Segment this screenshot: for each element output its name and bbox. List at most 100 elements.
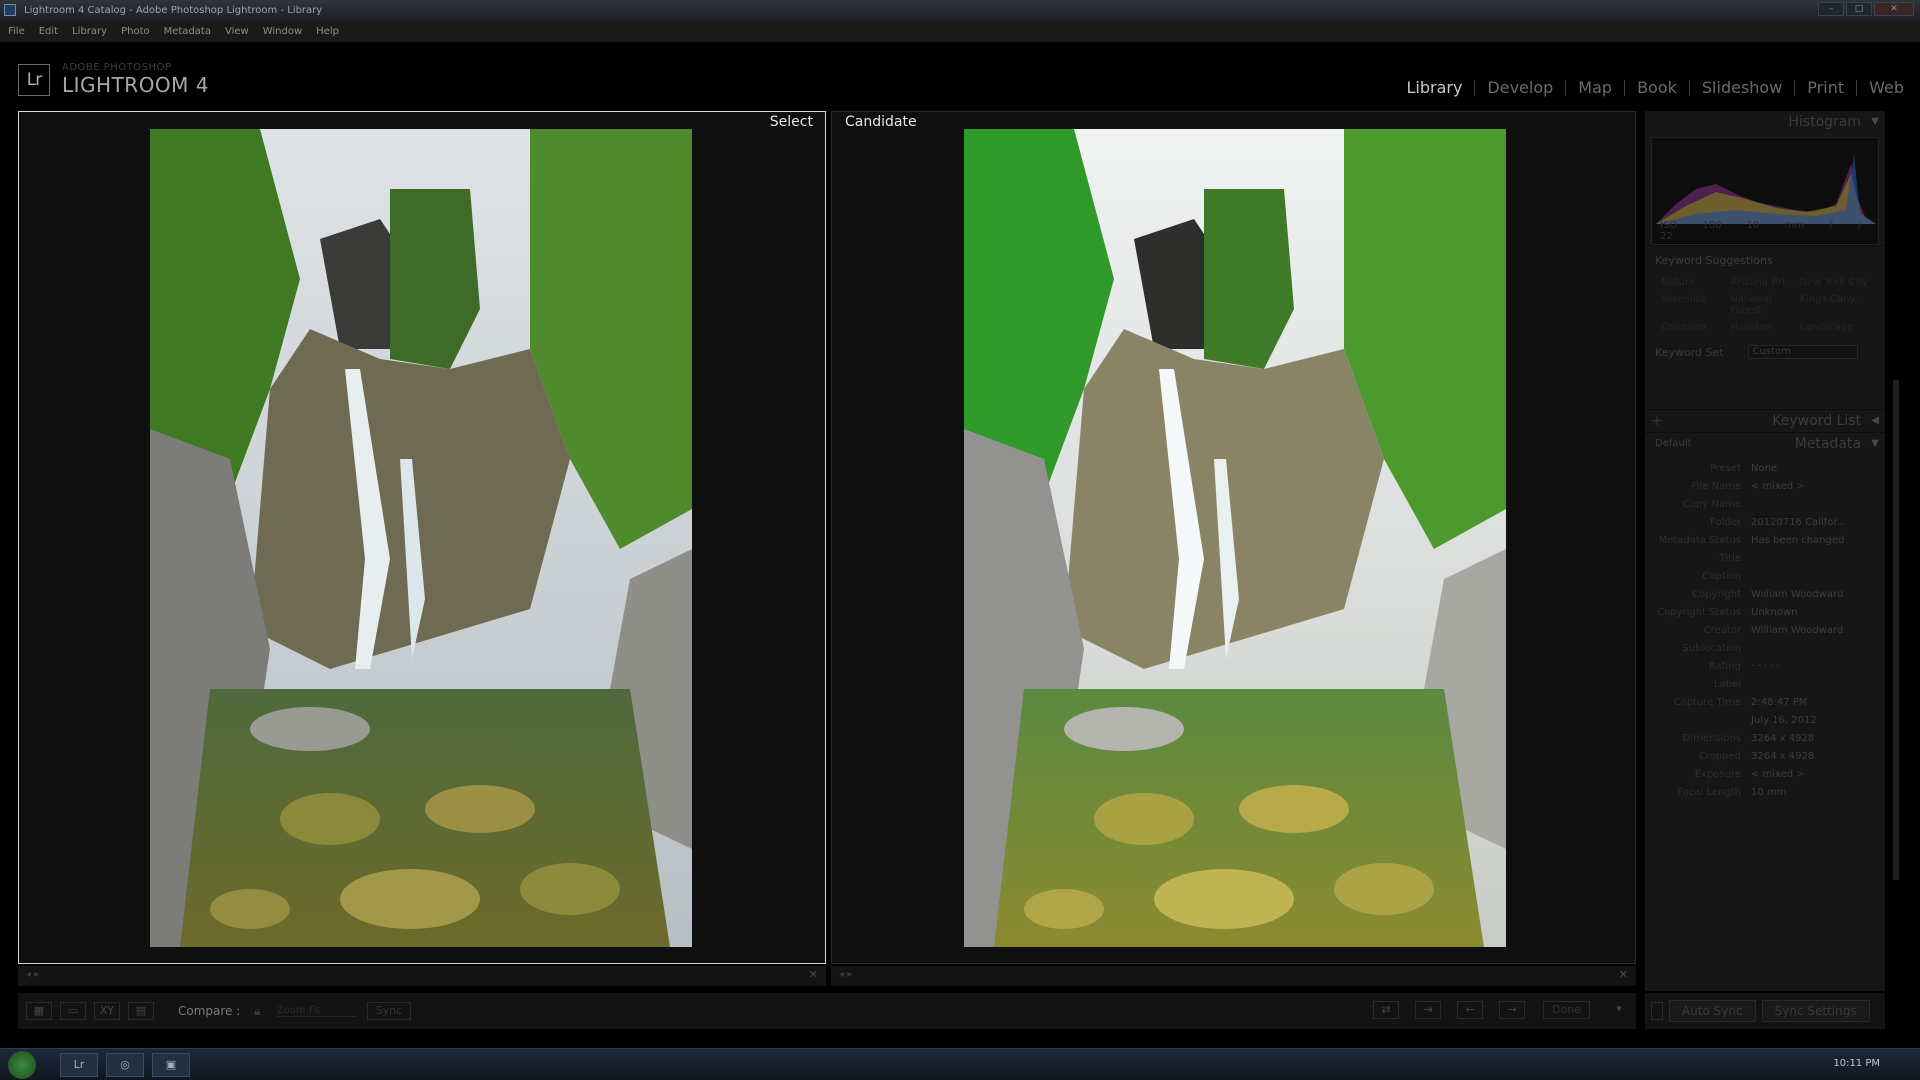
next-arrow-icon[interactable]: →: [1499, 1001, 1526, 1019]
taskbar-app-icon[interactable]: ▣: [152, 1053, 190, 1077]
select-pane[interactable]: Select: [18, 111, 826, 964]
metadata-value: < mixed >: [1751, 768, 1805, 780]
menu-edit[interactable]: Edit: [39, 26, 58, 37]
keyword-suggestion[interactable]: Houston: [1730, 322, 1799, 333]
zoom-label: Zoom: [276, 1005, 306, 1016]
metadata-value[interactable]: William Woodward: [1751, 589, 1885, 600]
brand-subtitle: ADOBE PHOTOSHOP: [62, 62, 172, 73]
menu-window[interactable]: Window: [263, 26, 302, 37]
metadata-fields: Preset None File Name < mixed > Copy Name …: [1645, 455, 1885, 801]
taskbar-lightroom-icon[interactable]: Lr: [60, 1053, 98, 1077]
select-photo[interactable]: [150, 129, 692, 947]
menu-metadata[interactable]: Metadata: [164, 26, 211, 37]
lightroom-app-icon: [4, 4, 16, 16]
taskbar-browser-icon[interactable]: ◎: [106, 1053, 144, 1077]
make-select-icon[interactable]: ⇥: [1415, 1001, 1442, 1019]
module-develop[interactable]: Develop: [1475, 78, 1565, 97]
collapse-triangle-icon[interactable]: ▼: [1871, 111, 1879, 133]
metadata-value: July 16, 2012: [1751, 714, 1817, 726]
rating-stars-icon[interactable]: ◂ ▸: [26, 969, 39, 980]
histogram[interactable]: ISO 100 10 mm f / 22: [1651, 137, 1879, 245]
keyword-suggestion[interactable]: Yosemite: [1661, 294, 1730, 316]
close-candidate-icon[interactable]: ✕: [1619, 968, 1628, 981]
done-button[interactable]: Done: [1543, 1001, 1590, 1019]
metadata-value: 2:48:47 PM: [1751, 696, 1808, 708]
keyword-suggestions: Keyword Suggestions Nature Arizona Bri..…: [1645, 245, 1885, 369]
right-panel-scrollbar[interactable]: [1893, 380, 1899, 880]
swap-icon[interactable]: ⇄: [1373, 1001, 1400, 1019]
toolbar-menu-icon[interactable]: ▾: [1606, 1001, 1632, 1019]
metadata-value: 3264 x 4928: [1751, 732, 1815, 744]
candidate-label: Candidate: [845, 114, 917, 130]
grid-view-icon[interactable]: ▦: [26, 1002, 52, 1020]
rating-stars[interactable]: · · · · ·: [1751, 661, 1885, 672]
keyword-suggestion[interactable]: New York City: [1800, 277, 1869, 288]
module-library[interactable]: Library: [1394, 78, 1474, 97]
candidate-photo[interactable]: [964, 129, 1506, 947]
metadata-value: Has been changed: [1751, 534, 1845, 546]
lock-icon[interactable]: 🔒︎: [254, 1004, 260, 1019]
compare-view-icon[interactable]: XY: [94, 1002, 120, 1020]
keyword-set-select[interactable]: Custom: [1747, 345, 1858, 359]
module-book[interactable]: Book: [1625, 78, 1689, 97]
module-slideshow[interactable]: Slideshow: [1690, 78, 1794, 97]
metadata-value[interactable]: < mixed >: [1751, 481, 1885, 492]
menu-library[interactable]: Library: [72, 26, 107, 37]
taskbar-clock[interactable]: 10:11 PM: [1833, 1058, 1880, 1069]
module-map[interactable]: Map: [1566, 78, 1624, 97]
metadata-value: 10 mm: [1751, 786, 1787, 798]
menu-bar: File Edit Library Photo Metadata View Wi…: [0, 20, 1920, 42]
metadata-row: Preset None: [1645, 459, 1885, 477]
close-button[interactable]: ✕: [1874, 2, 1914, 16]
candidate-pane[interactable]: Candidate: [831, 111, 1636, 964]
previous-arrow-icon[interactable]: ←: [1457, 1001, 1484, 1019]
survey-view-icon[interactable]: ▤: [128, 1002, 154, 1020]
expand-triangle-icon[interactable]: ◀: [1871, 410, 1879, 432]
right-panel: Histogram ▼ ISO 100 10 mm f / 22 Keyword…: [1645, 111, 1885, 991]
metadata-row: Caption: [1645, 567, 1885, 585]
keyword-suggestion[interactable]: Landscape: [1800, 322, 1869, 333]
module-print[interactable]: Print: [1795, 78, 1856, 97]
metadata-preset-select[interactable]: Default: [1655, 433, 1692, 455]
metadata-key: Creator: [1703, 624, 1741, 636]
sync-button[interactable]: Sync: [366, 1002, 412, 1020]
sync-settings-button[interactable]: Sync Settings: [1761, 1000, 1870, 1022]
keyword-suggestion[interactable]: Colorado: [1661, 322, 1730, 333]
minimize-button[interactable]: –: [1818, 2, 1844, 16]
menu-file[interactable]: File: [8, 26, 25, 37]
metadata-key: Metadata Status: [1658, 534, 1741, 546]
maximize-button[interactable]: □: [1846, 2, 1872, 16]
add-keyword-icon[interactable]: +: [1645, 410, 1663, 432]
auto-sync-button[interactable]: Auto Sync: [1669, 1000, 1756, 1022]
loupe-view-icon[interactable]: ▭: [60, 1002, 86, 1020]
metadata-value[interactable]: 20120716 Califor...: [1751, 517, 1885, 528]
metadata-row: Folder 20120716 Califor...: [1645, 513, 1885, 531]
keyword-suggestion[interactable]: National Forest: [1730, 294, 1799, 316]
menu-help[interactable]: Help: [316, 26, 339, 37]
histogram-header[interactable]: Histogram ▼: [1645, 111, 1885, 133]
window-titlebar: Lightroom 4 Catalog - Adobe Photoshop Li…: [0, 0, 1920, 20]
metadata-value[interactable]: None: [1751, 463, 1885, 474]
keyword-suggestion[interactable]: Nature: [1661, 277, 1730, 288]
auto-sync-toggle-icon[interactable]: [1651, 1002, 1663, 1020]
window-title: Lightroom 4 Catalog - Adobe Photoshop Li…: [24, 4, 323, 16]
keyword-suggestion[interactable]: Arizona Bri...: [1730, 277, 1799, 288]
zoom-slider[interactable]: Zoom Fit: [276, 1005, 357, 1017]
menu-view[interactable]: View: [225, 26, 249, 37]
metadata-row: Rating · · · · ·: [1645, 657, 1885, 675]
collapse-triangle-icon[interactable]: ▼: [1871, 433, 1879, 455]
metadata-value[interactable]: Unknown: [1751, 607, 1885, 618]
keyword-suggestion-grid: Nature Arizona Bri... New York City Yose…: [1645, 275, 1885, 335]
keyword-suggestion[interactable]: Kings Cany...: [1800, 294, 1869, 316]
metadata-key: Copyright: [1692, 588, 1741, 600]
keyword-list-header[interactable]: + Keyword List ◀: [1645, 410, 1885, 432]
menu-photo[interactable]: Photo: [121, 26, 150, 37]
rating-stars-icon[interactable]: ◂ ▸: [839, 969, 852, 980]
close-select-icon[interactable]: ✕: [809, 968, 818, 981]
metadata-row: July 16, 2012: [1645, 711, 1885, 729]
start-orb-icon[interactable]: [8, 1051, 36, 1079]
metadata-value[interactable]: William Woodward: [1751, 625, 1885, 636]
module-web[interactable]: Web: [1857, 78, 1916, 97]
metadata-header[interactable]: Default Metadata ▼: [1645, 433, 1885, 455]
histogram-title: Histogram: [1788, 114, 1861, 130]
